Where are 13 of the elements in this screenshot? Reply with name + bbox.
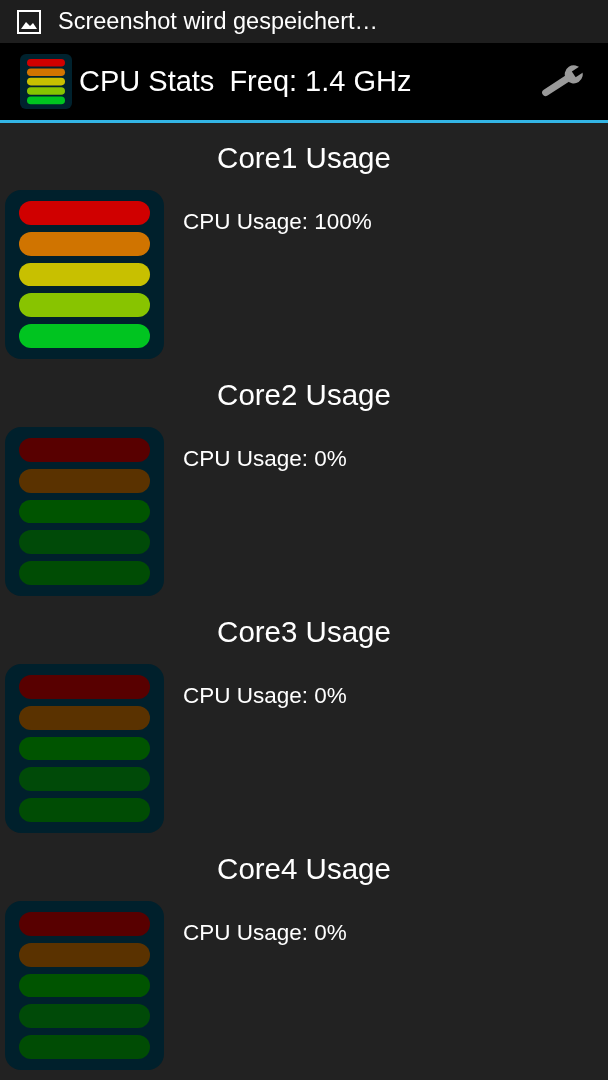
core-title: Core2 Usage [217,377,391,413]
app-title: CPU Stats [79,65,215,98]
notification-text: Screenshot wird gespeichert… [58,8,378,35]
frequency-text: Freq: 1.4 GHz [229,65,412,98]
usage-text: CPU Usage: 100% [183,209,372,235]
usage-text: CPU Usage: 0% [183,446,347,472]
usage-text: CPU Usage: 0% [183,920,347,946]
usage-text: CPU Usage: 0% [183,683,347,709]
core-title: Core1 Usage [217,140,391,176]
bar-meter-icon[interactable] [20,54,72,109]
image-icon [17,9,41,34]
core-title: Core3 Usage [217,614,391,650]
core-title: Core4 Usage [217,851,391,887]
